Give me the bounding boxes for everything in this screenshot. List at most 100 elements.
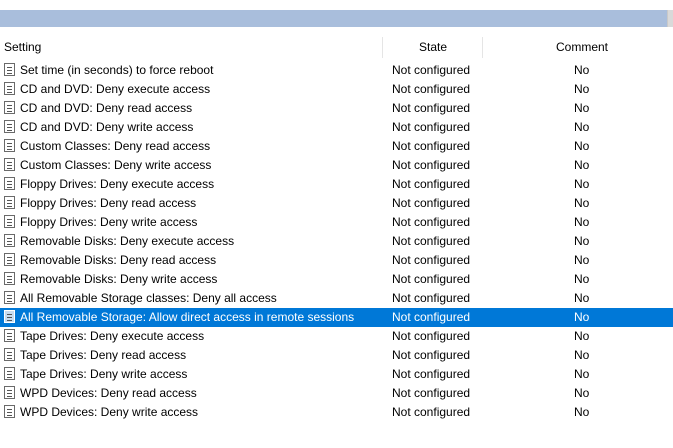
policy-setting-icon: [4, 234, 15, 247]
setting-state: Not configured: [392, 139, 471, 153]
setting-comment: No: [574, 63, 590, 77]
setting-name: Custom Classes: Deny read access: [20, 139, 211, 153]
table-row[interactable]: Floppy Drives: Deny read access Not confi…: [0, 194, 673, 213]
table-row[interactable]: Tape Drives: Deny write access Not config…: [0, 365, 673, 384]
setting-name: Removable Disks: Deny write access: [20, 272, 218, 286]
setting-comment: No: [574, 329, 590, 343]
policy-setting-icon: [4, 253, 15, 266]
policy-settings-list: Set time (in seconds) to force reboot Not…: [0, 61, 673, 422]
setting-state: Not configured: [392, 405, 471, 419]
table-row[interactable]: CD and DVD: Deny execute access Not confi…: [0, 80, 673, 99]
table-row[interactable]: Set time (in seconds) to force reboot Not…: [0, 61, 673, 80]
setting-comment: No: [574, 82, 590, 96]
setting-comment: No: [574, 367, 590, 381]
policy-setting-icon: [4, 291, 15, 304]
setting-name: Removable Disks: Deny execute access: [20, 234, 235, 248]
setting-comment: No: [574, 310, 590, 324]
policy-setting-icon: [4, 120, 15, 133]
setting-comment: No: [574, 348, 590, 362]
column-divider[interactable]: [382, 37, 383, 58]
setting-state: Not configured: [392, 196, 471, 210]
details-pane-title-bar: [0, 10, 673, 27]
setting-state: Not configured: [392, 63, 471, 77]
setting-name: Floppy Drives: Deny write access: [20, 215, 198, 229]
column-header-row: Setting State Comment: [0, 37, 673, 58]
column-divider[interactable]: [482, 37, 483, 58]
setting-comment: No: [574, 253, 590, 267]
setting-name: Floppy Drives: Deny execute access: [20, 177, 215, 191]
setting-state: Not configured: [392, 177, 471, 191]
table-row[interactable]: Floppy Drives: Deny write access Not conf…: [0, 213, 673, 232]
setting-state: Not configured: [392, 348, 471, 362]
setting-state: Not configured: [392, 291, 471, 305]
setting-state: Not configured: [392, 158, 471, 172]
policy-setting-icon: [4, 272, 15, 285]
setting-comment: No: [574, 196, 590, 210]
setting-comment: No: [574, 120, 590, 134]
setting-state: Not configured: [392, 272, 471, 286]
table-row[interactable]: Custom Classes: Deny read access Not conf…: [0, 137, 673, 156]
setting-name: CD and DVD: Deny write access: [20, 120, 194, 134]
setting-state: Not configured: [392, 329, 471, 343]
column-header-setting[interactable]: Setting: [4, 37, 41, 58]
setting-state: Not configured: [392, 253, 471, 267]
table-row[interactable]: Removable Disks: Deny execute access Not …: [0, 232, 673, 251]
table-row[interactable]: Tape Drives: Deny execute access Not conf…: [0, 327, 673, 346]
setting-comment: No: [574, 386, 590, 400]
setting-state: Not configured: [392, 367, 471, 381]
policy-setting-icon: [4, 101, 15, 114]
setting-name: Tape Drives: Deny read access: [20, 348, 187, 362]
setting-state: Not configured: [392, 310, 471, 324]
policy-setting-icon: [4, 196, 15, 209]
policy-setting-icon: [4, 139, 15, 152]
setting-name: WPD Devices: Deny read access: [20, 386, 197, 400]
setting-name: Tape Drives: Deny execute access: [20, 329, 205, 343]
setting-name: Set time (in seconds) to force reboot: [20, 63, 214, 77]
policy-setting-icon: [4, 158, 15, 171]
setting-name: Removable Disks: Deny read access: [20, 253, 217, 267]
setting-comment: No: [574, 272, 590, 286]
setting-name: All Removable Storage classes: Deny all …: [20, 291, 277, 305]
table-row[interactable]: All Removable Storage classes: Deny all …: [0, 289, 673, 308]
setting-state: Not configured: [392, 120, 471, 134]
window-top-strip: [0, 0, 673, 10]
policy-setting-icon: [4, 215, 15, 228]
setting-state: Not configured: [392, 386, 471, 400]
setting-comment: No: [574, 177, 590, 191]
setting-name: WPD Devices: Deny write access: [20, 405, 199, 419]
setting-name: CD and DVD: Deny execute access: [20, 82, 211, 96]
table-row[interactable]: CD and DVD: Deny read access Not configur…: [0, 99, 673, 118]
setting-name: All Removable Storage: Allow direct acce…: [20, 310, 355, 324]
table-row[interactable]: Floppy Drives: Deny execute access Not co…: [0, 175, 673, 194]
setting-comment: No: [574, 139, 590, 153]
setting-comment: No: [574, 405, 590, 419]
table-row[interactable]: Custom Classes: Deny write access Not con…: [0, 156, 673, 175]
setting-name: Floppy Drives: Deny read access: [20, 196, 197, 210]
table-row[interactable]: Tape Drives: Deny read access Not configu…: [0, 346, 673, 365]
setting-comment: No: [574, 215, 590, 229]
policy-setting-icon: [4, 177, 15, 190]
table-row[interactable]: Removable Disks: Deny write access Not co…: [0, 270, 673, 289]
setting-comment: No: [574, 158, 590, 172]
setting-state: Not configured: [392, 215, 471, 229]
setting-name: CD and DVD: Deny read access: [20, 101, 193, 115]
policy-setting-icon: [4, 329, 15, 342]
setting-name: Tape Drives: Deny write access: [20, 367, 188, 381]
setting-state: Not configured: [392, 82, 471, 96]
table-row[interactable]: All Removable Storage: Allow direct acce…: [0, 308, 673, 327]
table-row[interactable]: WPD Devices: Deny write access Not config…: [0, 403, 673, 422]
table-row[interactable]: Removable Disks: Deny read access Not con…: [0, 251, 673, 270]
table-row[interactable]: CD and DVD: Deny write access Not configu…: [0, 118, 673, 137]
policy-setting-icon: [4, 63, 15, 76]
setting-comment: No: [574, 101, 590, 115]
column-header-comment[interactable]: Comment: [556, 37, 608, 58]
scrollbar-stub[interactable]: [667, 10, 673, 27]
setting-comment: No: [574, 234, 590, 248]
setting-name: Custom Classes: Deny write access: [20, 158, 212, 172]
policy-setting-icon: [4, 386, 15, 399]
column-header-state[interactable]: State: [419, 37, 447, 58]
policy-setting-icon: [4, 310, 15, 323]
policy-setting-icon: [4, 348, 15, 361]
table-row[interactable]: WPD Devices: Deny read access Not configu…: [0, 384, 673, 403]
policy-setting-icon: [4, 405, 15, 418]
